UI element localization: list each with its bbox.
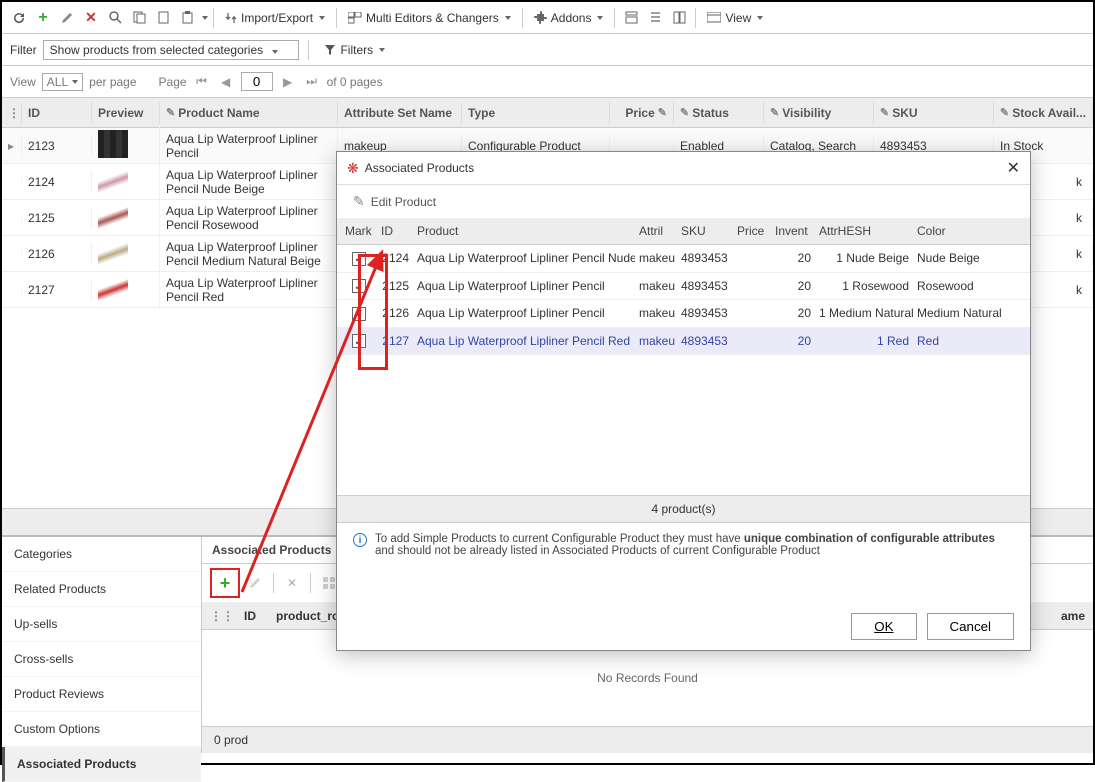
add-associated-button[interactable]: + (214, 572, 236, 594)
dialog-row[interactable]: ✓ 2124 Aqua Lip Waterproof Lipliner Penc… (337, 245, 1030, 273)
filter-category-select[interactable]: Show products from selected categories (43, 40, 300, 60)
edit-product-bar: ✎Edit Product (337, 185, 1030, 218)
col-attr-set[interactable]: Attribute Set Name (338, 102, 462, 124)
mark-checkbox[interactable]: ✓ (352, 252, 366, 266)
close-icon[interactable]: ✕ (1007, 158, 1020, 178)
col-product-name[interactable]: ✎Product Name (160, 102, 338, 124)
main-toolbar: + ✕ Import/Export Multi Editors & Change… (2, 2, 1093, 34)
bottom-footer: 0 prod (202, 726, 1093, 753)
filters-label: Filters (340, 43, 373, 57)
clipboard-icon[interactable] (176, 7, 198, 29)
preview-thumb (98, 274, 128, 302)
page-label: Page (159, 75, 187, 89)
edit-assoc-icon[interactable] (244, 572, 266, 594)
col-type[interactable]: Type (462, 102, 610, 124)
col-price[interactable]: Price ✎ (610, 102, 674, 124)
mark-checkbox[interactable]: ✓ (352, 334, 366, 348)
dialog-grid-header: Mark ID Product Attril SKU Price Invent … (337, 218, 1030, 245)
filter-bar: Filter Show products from selected categ… (2, 34, 1093, 66)
side-tabs: Categories Related Products Up-sells Cro… (2, 537, 202, 753)
last-page-icon[interactable]: ⏭ (303, 73, 321, 91)
info-icon: i (353, 533, 367, 547)
col-id[interactable]: ID (22, 102, 92, 124)
preview-thumb (98, 202, 128, 230)
next-page-icon[interactable]: ▶ (279, 73, 297, 91)
delete-assoc-icon[interactable]: ✕ (281, 572, 303, 594)
dialog-title: Associated Products (365, 161, 474, 175)
col-sku[interactable]: ✎SKU (874, 102, 994, 124)
annotation-highlight: + (210, 568, 240, 598)
col-status[interactable]: ✎Status (674, 102, 764, 124)
paste-icon[interactable] (152, 7, 174, 29)
app-logo-icon: ❋ (347, 160, 359, 177)
dialog-row[interactable]: ✓ 2125 Aqua Lip Waterproof Lipliner Penc… (337, 273, 1030, 301)
preview-thumb (98, 130, 128, 158)
tab-related[interactable]: Related Products (2, 572, 201, 607)
grid-handle-icon[interactable]: ⋮⋮ (8, 106, 22, 120)
first-page-icon[interactable]: ⏮ (193, 73, 211, 91)
mark-checkbox[interactable]: ✓ (352, 307, 366, 321)
dialog-row[interactable]: ✓ 2126 Aqua Lip Waterproof Lipliner Penc… (337, 300, 1030, 328)
pagination-bar: View ALL per page Page ⏮ ◀ ▶ ⏭ of 0 page… (2, 66, 1093, 98)
view-dropdown[interactable]: View (701, 8, 769, 28)
multi-editors-dropdown[interactable]: Multi Editors & Changers (342, 8, 517, 28)
associated-products-dialog: ❋ Associated Products ✕ ✎Edit Product Mar… (336, 151, 1031, 651)
tool-c-icon[interactable] (668, 7, 690, 29)
refresh-icon[interactable] (8, 7, 30, 29)
col-stock[interactable]: ✎Stock Avail... (994, 102, 1093, 124)
tab-upsells[interactable]: Up-sells (2, 607, 201, 642)
dialog-row[interactable]: ✓ 2127 Aqua Lip Waterproof Lipliner Penc… (337, 328, 1030, 356)
dialog-count: 4 product(s) (337, 495, 1030, 523)
tab-crosssells[interactable]: Cross-sells (2, 642, 201, 677)
delete-icon[interactable]: ✕ (80, 7, 102, 29)
tool-b-icon[interactable] (644, 7, 666, 29)
ok-button[interactable]: OK (851, 613, 916, 640)
mark-checkbox[interactable]: ✓ (352, 279, 366, 293)
view-label: View (725, 11, 751, 25)
copy-icon[interactable] (128, 7, 150, 29)
tab-categories[interactable]: Categories (2, 537, 201, 572)
preview-thumb (98, 166, 128, 194)
cancel-button[interactable]: Cancel (927, 613, 1015, 640)
chevron-down-icon[interactable] (202, 16, 208, 20)
addons-dropdown[interactable]: Addons (528, 8, 610, 28)
grid-header: ⋮⋮ ID Preview ✎Product Name Attribute Se… (2, 98, 1093, 128)
bcol-right[interactable]: ame (1061, 609, 1085, 623)
tab-custom-options[interactable]: Custom Options (2, 712, 201, 747)
page-input[interactable] (241, 72, 273, 91)
tab-reviews[interactable]: Product Reviews (2, 677, 201, 712)
filter-label: Filter (10, 43, 37, 57)
import-export-dropdown[interactable]: Import/Export (219, 8, 331, 28)
per-page-select[interactable]: ALL (42, 73, 83, 91)
search-icon[interactable] (104, 7, 126, 29)
of-pages-label: of 0 pages (327, 75, 383, 89)
preview-thumb (98, 238, 128, 266)
col-visibility[interactable]: ✎Visibility (764, 102, 874, 124)
multi-editors-label: Multi Editors & Changers (366, 11, 499, 25)
edit-icon[interactable] (56, 7, 78, 29)
view-label: View (10, 75, 36, 89)
addons-label: Addons (551, 11, 592, 25)
filters-dropdown[interactable]: Filters (318, 40, 391, 60)
tool-a-icon[interactable] (620, 7, 642, 29)
prev-page-icon[interactable]: ◀ (217, 73, 235, 91)
dialog-info: i To add Simple Products to current Conf… (337, 523, 1030, 567)
col-preview[interactable]: Preview (92, 102, 160, 124)
import-export-label: Import/Export (241, 11, 313, 25)
add-icon[interactable]: + (32, 7, 54, 29)
bcol-id[interactable]: ID (244, 609, 256, 623)
per-page-label: per page (89, 75, 136, 89)
